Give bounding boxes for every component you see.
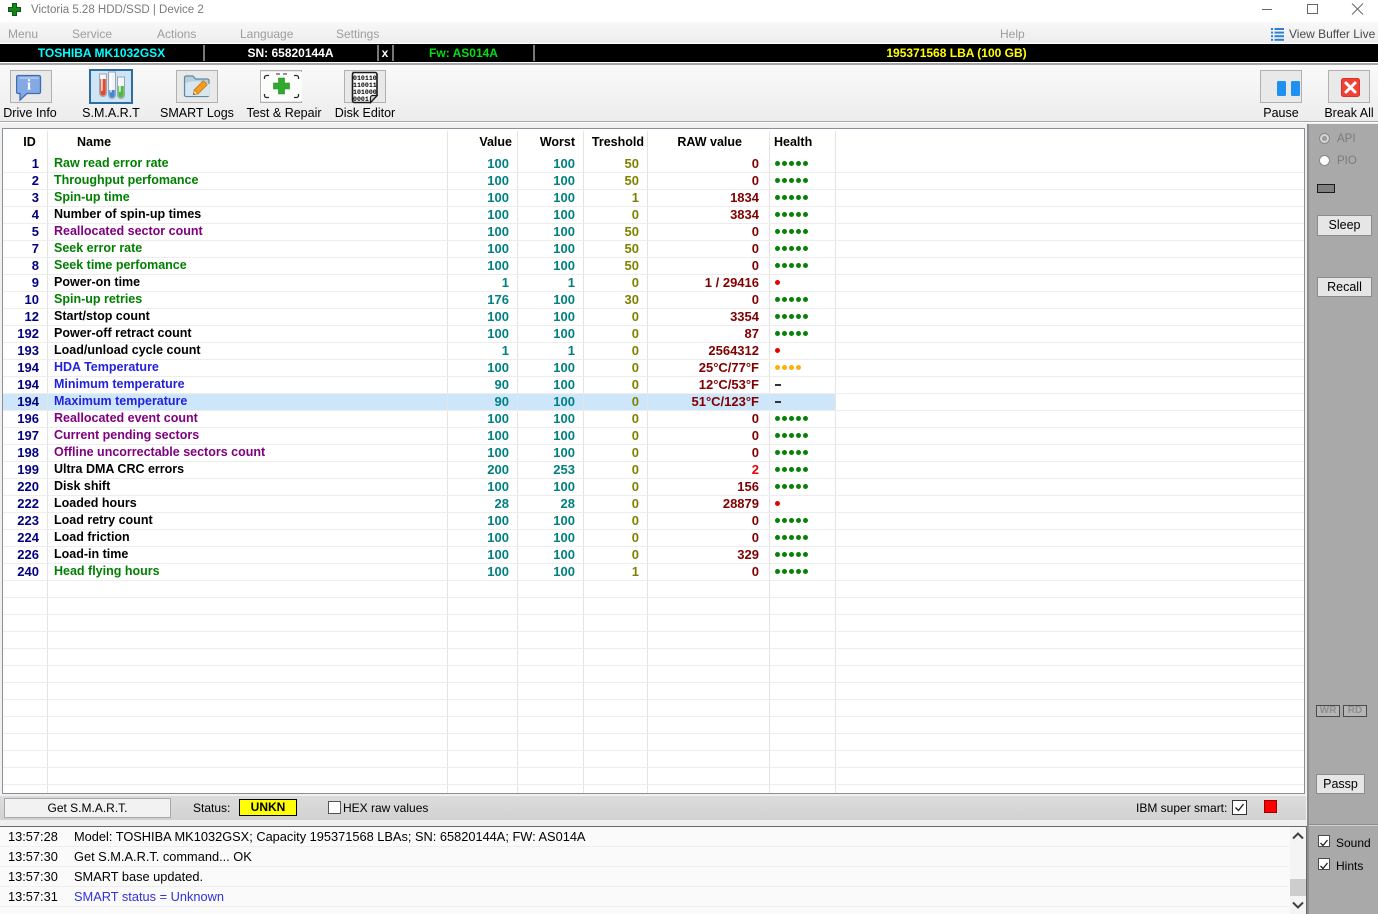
svg-text:101000: 101000 — [353, 89, 377, 96]
svg-text:i: i — [27, 78, 31, 94]
svg-text:110011: 110011 — [353, 82, 377, 89]
svg-text:0001: 0001 — [353, 96, 369, 103]
svg-text:010110: 010110 — [353, 75, 377, 82]
